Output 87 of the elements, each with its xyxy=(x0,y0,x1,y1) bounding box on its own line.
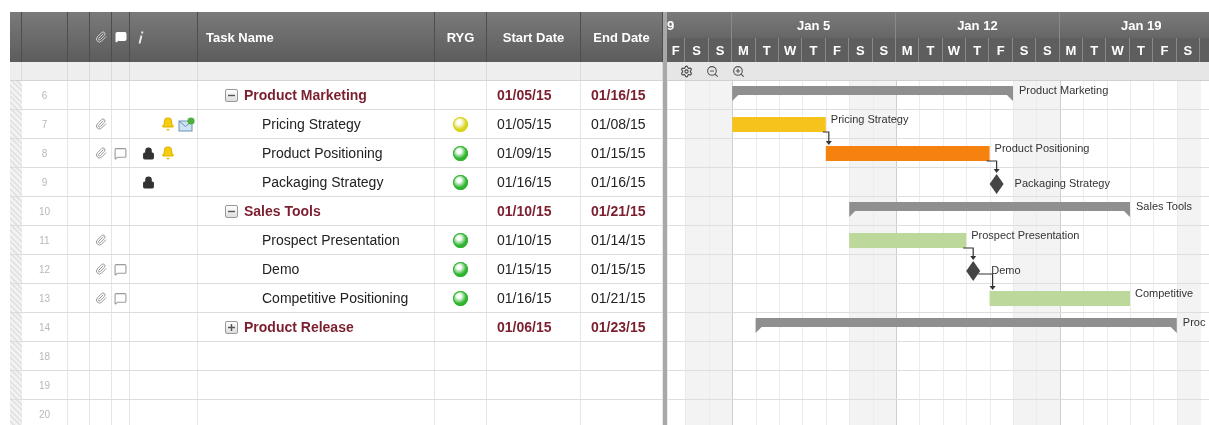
row-number: 9 xyxy=(22,168,68,196)
paperclip-icon[interactable] xyxy=(94,234,107,246)
row-number: 19 xyxy=(22,371,68,399)
bar-label: Product Positioning xyxy=(994,142,1090,155)
row-handle[interactable] xyxy=(10,139,22,167)
table-row[interactable]: 14 Product Release 01/06/15 01/23/15 xyxy=(10,313,663,342)
bar-label: Sales Tools xyxy=(1136,200,1193,213)
paperclip-icon[interactable] xyxy=(94,147,107,159)
task-name: Prospect Presentation xyxy=(262,232,400,248)
expand-toggle[interactable] xyxy=(225,320,238,334)
row-handle[interactable] xyxy=(10,400,22,425)
row-handle[interactable] xyxy=(10,168,22,196)
bar-label: Packaging Strategy xyxy=(1014,177,1110,190)
collapse-toggle[interactable] xyxy=(225,88,238,102)
row-number: 10 xyxy=(22,197,68,225)
start-date: 01/10/15 xyxy=(487,226,581,254)
info-icon xyxy=(138,30,144,44)
bar-label: Product Marketing xyxy=(1019,84,1109,97)
table-row[interactable]: 13 Competitive Positioning 01/16/15 01/21/15 xyxy=(10,284,663,313)
row-handle[interactable] xyxy=(10,226,22,254)
comment-icon[interactable] xyxy=(114,291,127,305)
paperclip-icon[interactable] xyxy=(94,118,107,130)
paperclip-icon[interactable] xyxy=(94,263,107,275)
zoom-out-icon[interactable] xyxy=(706,64,719,78)
table-row[interactable]: 7 Pricing Strategy 01/05/15 01/08/15 xyxy=(10,110,663,139)
bell-icon[interactable] xyxy=(160,146,175,160)
row-number: 20 xyxy=(22,400,68,425)
start-date: 01/09/15 xyxy=(487,139,581,167)
bell-icon[interactable] xyxy=(160,117,175,131)
start-date: 01/05/15 xyxy=(487,81,581,109)
task-name: Demo xyxy=(262,261,300,277)
milestone-diamond[interactable] xyxy=(989,174,1004,194)
bar-label: Prospect Presentation xyxy=(971,229,1080,242)
row-handle[interactable] xyxy=(10,81,22,109)
table-row[interactable]: 12 Demo 01/15/15 01/15/15 xyxy=(10,255,663,284)
table-row[interactable]: 10 Sales Tools 01/10/15 01/21/15 xyxy=(10,197,663,226)
comment-icon[interactable] xyxy=(114,146,127,160)
milestone-diamond[interactable] xyxy=(966,261,981,281)
bar-label: Pricing Strategy xyxy=(830,113,909,126)
row-number: 14 xyxy=(22,313,68,341)
plus-icon xyxy=(228,323,235,331)
summary-bar[interactable] xyxy=(732,86,1013,101)
row-handle[interactable] xyxy=(10,110,22,138)
row-handle[interactable] xyxy=(10,284,22,312)
row-handle[interactable] xyxy=(10,313,22,341)
collapse-toggle[interactable] xyxy=(225,204,238,218)
task-name: Sales Tools xyxy=(244,203,321,219)
row-number: 11 xyxy=(22,226,68,254)
start-date: 01/16/15 xyxy=(487,284,581,312)
table-row[interactable]: 9 Packaging Strategy 01/16/15 01/16/15 xyxy=(10,168,663,197)
row-number: 18 xyxy=(22,342,68,370)
table-row[interactable]: 11 Prospect Presentation 01/10/15 01/14/15 xyxy=(10,226,663,255)
task-name: Competitive Positioning xyxy=(262,290,409,306)
column-header[interactable] xyxy=(112,12,130,62)
summary-bar[interactable] xyxy=(755,318,1177,333)
row-handle[interactable] xyxy=(10,371,22,399)
row-handle[interactable] xyxy=(10,342,22,370)
row-number: 8 xyxy=(22,139,68,167)
start-date: 01/16/15 xyxy=(487,168,581,196)
bar-label: Demo xyxy=(991,264,1021,277)
paperclip-icon[interactable] xyxy=(94,292,107,304)
zoom-in-icon[interactable] xyxy=(732,64,745,78)
task-name: Product Marketing xyxy=(244,87,367,103)
table-row[interactable]: 8 Product Positioning 01/09/15 01/15/15 xyxy=(10,139,663,168)
row-number: 6 xyxy=(22,81,68,109)
start-date: 01/15/15 xyxy=(487,255,581,283)
comment-icon xyxy=(114,31,127,43)
task-name: Product Release xyxy=(244,319,354,335)
comment-icon[interactable] xyxy=(114,262,127,276)
start-date: 01/10/15 xyxy=(487,197,581,225)
row-number: 12 xyxy=(22,255,68,283)
row-handle[interactable] xyxy=(10,197,22,225)
bar-label: Competitive xyxy=(1135,287,1194,300)
task-name: Packaging Strategy xyxy=(262,174,384,190)
summary-bar[interactable] xyxy=(849,202,1130,217)
start-date: 01/06/15 xyxy=(487,313,581,341)
paperclip-icon xyxy=(94,31,107,43)
settings-icon[interactable] xyxy=(680,64,693,78)
row-number: 7 xyxy=(22,110,68,138)
bar-label: Proc xyxy=(1182,316,1206,329)
row-number: 13 xyxy=(22,284,68,312)
mail-badge-icon[interactable] xyxy=(178,116,195,132)
row-handle[interactable] xyxy=(10,255,22,283)
task-name: Product Positioning xyxy=(262,145,383,161)
start-date: 01/05/15 xyxy=(487,110,581,138)
task-name: Pricing Strategy xyxy=(262,116,361,132)
table-row[interactable]: 6 Product Marketing 01/05/15 01/16/15 xyxy=(10,81,663,110)
